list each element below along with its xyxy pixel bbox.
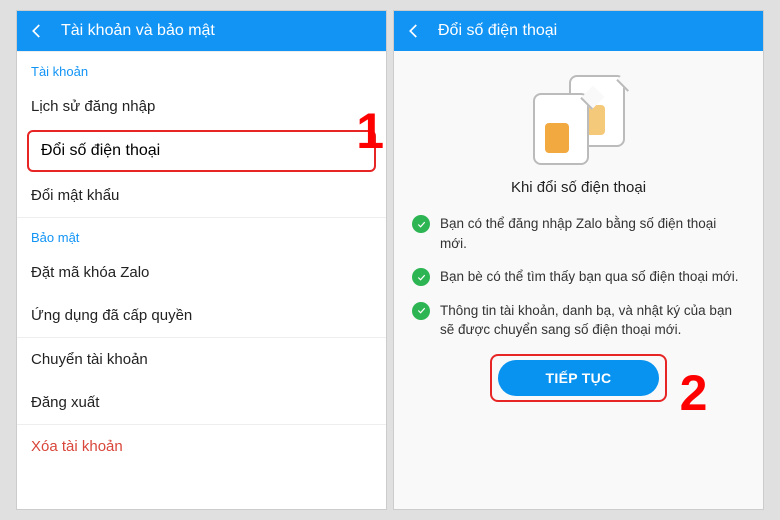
section-account-label: Tài khoản (17, 51, 386, 85)
item-authorized-apps[interactable]: Ứng dụng đã cấp quyền (17, 294, 386, 337)
bullet-text: Bạn có thể đăng nhập Zalo bằng số điện t… (440, 214, 745, 253)
item-zalo-lock[interactable]: Đặt mã khóa Zalo (17, 251, 386, 294)
annotation-2: 2 (680, 364, 708, 422)
item-delete-account[interactable]: Xóa tài khoản (17, 424, 386, 468)
check-icon (412, 302, 430, 320)
section-security-label: Bảo mật (17, 217, 386, 251)
info-list: Bạn có thể đăng nhập Zalo bằng số điện t… (412, 214, 745, 354)
change-phone-header: Đổi số điện thoại (394, 11, 763, 51)
item-change-phone-label: Đổi số điện thoại (41, 142, 160, 159)
settings-header: Tài khoản và bảo mật (17, 11, 386, 51)
settings-title: Tài khoản và bảo mật (61, 22, 215, 40)
item-login-history[interactable]: Lịch sử đăng nhập (17, 85, 386, 128)
change-phone-title: Đổi số điện thoại (438, 22, 557, 40)
change-phone-heading: Khi đổi số điện thoại (511, 179, 646, 196)
info-bullet: Thông tin tài khoản, danh bạ, và nhật ký… (412, 301, 745, 340)
bullet-text: Bạn bè có thể tìm thấy bạn qua số điện t… (440, 267, 739, 287)
check-icon (412, 268, 430, 286)
item-switch-account[interactable]: Chuyển tài khoản (17, 337, 386, 381)
continue-button[interactable]: TIẾP TỤC (498, 360, 660, 396)
continue-wrap: TIẾP TỤC 2 (498, 360, 660, 396)
check-icon (412, 215, 430, 233)
item-change-phone[interactable]: Đổi số điện thoại 1 (27, 130, 376, 172)
item-logout[interactable]: Đăng xuất (17, 381, 386, 424)
sim-cards-icon (519, 75, 639, 165)
info-bullet: Bạn có thể đăng nhập Zalo bằng số điện t… (412, 214, 745, 253)
change-phone-panel: Đổi số điện thoại Khi đổi số điện thoại … (393, 10, 764, 510)
back-icon[interactable] (27, 21, 47, 41)
info-bullet: Bạn bè có thể tìm thấy bạn qua số điện t… (412, 267, 745, 287)
back-icon[interactable] (404, 21, 424, 41)
change-phone-content: Khi đổi số điện thoại Bạn có thể đăng nh… (394, 51, 763, 509)
item-change-password[interactable]: Đổi mật khẩu (17, 174, 386, 217)
bullet-text: Thông tin tài khoản, danh bạ, và nhật ký… (440, 301, 745, 340)
settings-panel: Tài khoản và bảo mật Tài khoản Lịch sử đ… (16, 10, 387, 510)
